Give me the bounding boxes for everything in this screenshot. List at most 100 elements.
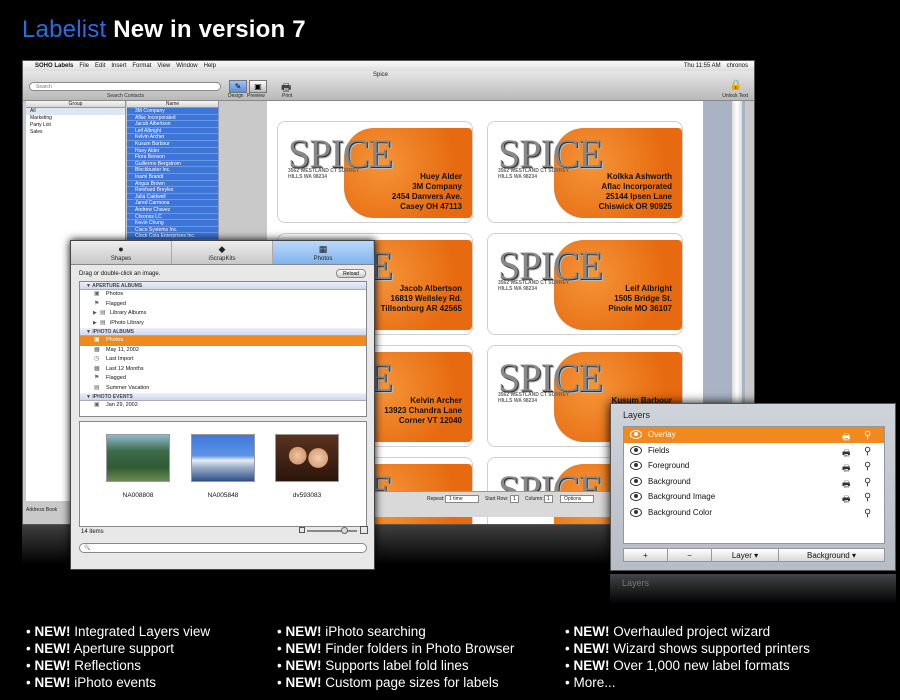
layer-row[interactable]: Fields 🖶 ⚲ xyxy=(624,443,884,459)
magnifier-icon[interactable]: ⚲ xyxy=(864,428,871,444)
layer-row[interactable]: Foreground 🖶 ⚲ xyxy=(624,458,884,474)
eye-icon[interactable] xyxy=(630,430,642,439)
menu-window[interactable]: Window xyxy=(176,63,197,69)
name-row[interactable]: Angus Brown xyxy=(127,180,218,188)
thumbnail-size-slider[interactable] xyxy=(307,527,357,534)
menu-insert[interactable]: Insert xyxy=(111,63,126,69)
slider-knob[interactable] xyxy=(341,527,348,534)
address-book-button[interactable]: Address Book xyxy=(26,507,57,513)
tree-item[interactable]: ◷ Last Import xyxy=(80,355,366,365)
group-item[interactable]: Marketing xyxy=(26,115,125,122)
name-row[interactable]: Clock Cola Enterprises Inc. xyxy=(127,233,218,240)
add-layer-button[interactable]: + xyxy=(624,549,668,561)
layer-row[interactable]: Overlay 🖶 ⚲ xyxy=(624,427,884,443)
menu-format[interactable]: Format xyxy=(132,63,151,69)
repeat-select[interactable]: 1 time xyxy=(445,495,479,503)
remove-layer-button[interactable]: − xyxy=(668,549,712,561)
more-link[interactable]: • More... xyxy=(565,674,810,691)
name-row[interactable]: Jared Carmona xyxy=(127,200,218,207)
menu-view[interactable]: View xyxy=(157,63,170,69)
magnifier-icon[interactable]: ⚲ xyxy=(864,475,871,491)
names-header[interactable]: Name xyxy=(127,101,218,108)
name-row[interactable]: Kusum Barbour xyxy=(127,140,218,148)
group-item[interactable]: Party List xyxy=(26,122,125,129)
disclosure-triangle-icon[interactable]: ▶ xyxy=(93,309,97,319)
name-row[interactable]: Cisco Systems Inc. xyxy=(127,226,218,234)
menu-help[interactable]: Help xyxy=(204,63,216,69)
address-label[interactable]: SPICE3562 WESTLAND CT SURREY HILLS WA 98… xyxy=(487,121,683,223)
eye-icon[interactable] xyxy=(630,445,642,455)
magnifier-icon[interactable]: ⚲ xyxy=(864,444,871,460)
menu-edit[interactable]: Edit xyxy=(95,63,105,69)
layer-row[interactable]: Background Image 🖶 ⚲ xyxy=(624,489,884,505)
tab-photos[interactable]: ▦ Photos xyxy=(273,241,374,264)
reload-button[interactable]: Reload xyxy=(336,269,366,278)
lock-icon[interactable]: 🔒 xyxy=(730,80,742,91)
tree-item[interactable]: ▦ May 11, 2002 xyxy=(80,346,366,356)
clock[interactable]: Thu 11:55 AM xyxy=(684,63,721,69)
search-input[interactable]: Search xyxy=(29,82,221,91)
tree-item[interactable]: ▶ ▤ Library Albums xyxy=(80,309,366,319)
tab-iscrapkits[interactable]: ◆ iScrapKits xyxy=(172,241,273,264)
disclosure-triangle-icon[interactable]: ▶ xyxy=(93,319,97,329)
magnifier-icon[interactable]: ⚲ xyxy=(864,490,871,506)
layer-menu[interactable]: Layer ▾ xyxy=(712,549,779,561)
tree-item[interactable]: ⚑ Flagged xyxy=(80,300,366,310)
name-row[interactable]: Huey Alder xyxy=(127,147,218,155)
tab-shapes[interactable]: ● Shapes xyxy=(71,241,172,264)
eye-icon[interactable] xyxy=(630,492,642,501)
large-size-icon[interactable] xyxy=(360,526,368,534)
address-label[interactable]: SPICE3562 WESTLAND CT SURREY HILLS WA 98… xyxy=(487,233,683,335)
name-row[interactable]: Aflac Incorporated xyxy=(127,114,218,122)
name-row[interactable]: Flora Benson xyxy=(127,154,218,161)
name-row[interactable]: Jacob Albertson xyxy=(127,121,218,128)
name-row[interactable]: Leif Albright xyxy=(127,127,218,135)
photo-thumbnail[interactable] xyxy=(275,434,339,482)
tree-item[interactable]: ▣ Photos xyxy=(80,290,366,300)
tree-item[interactable]: ▦ Last 12 Months xyxy=(80,365,366,375)
name-row[interactable]: Kelvin Archer xyxy=(127,134,218,141)
name-row[interactable]: Chronos LC xyxy=(127,213,218,221)
name-row[interactable]: Andrew Chavez xyxy=(127,206,218,214)
name-row[interactable]: Kevin Chung xyxy=(127,220,218,227)
eye-icon[interactable] xyxy=(630,476,642,486)
photo-search-input[interactable]: 🔍 xyxy=(79,543,367,553)
menu-app[interactable]: SOHO Labels xyxy=(35,63,73,69)
background-menu[interactable]: Background ▾ xyxy=(779,549,884,561)
aperture-albums-header[interactable]: ▼ APERTURE ALBUMS xyxy=(80,282,366,290)
name-row[interactable]: Julia Caldwell xyxy=(127,193,218,201)
design-button[interactable]: ✎ xyxy=(229,80,247,93)
tree-item[interactable]: ⚑ Flagged xyxy=(80,374,366,384)
preview-button[interactable]: ▣ xyxy=(249,80,267,93)
tree-item[interactable]: ▣ Jan 29, 2002 xyxy=(80,401,366,411)
name-row[interactable]: Blockbuster Inc. xyxy=(127,167,218,174)
group-item[interactable]: Sales xyxy=(26,129,125,136)
magnifier-icon[interactable]: ⚲ xyxy=(864,506,871,522)
small-size-icon[interactable] xyxy=(299,527,305,533)
magnifier-icon[interactable]: ⚲ xyxy=(864,459,871,475)
group-item[interactable]: All xyxy=(26,108,125,115)
options-select[interactable]: Options xyxy=(560,495,594,503)
address-label[interactable]: SPICE3562 WESTLAND CT SURREY HILLS WA 98… xyxy=(277,121,473,223)
name-row[interactable]: Guillermo Bergstrom xyxy=(127,160,218,168)
menu-file[interactable]: File xyxy=(79,63,89,69)
tree-item[interactable]: ▶ ▤ iPhoto Library xyxy=(80,319,366,329)
name-row[interactable]: Reinhard Breyles xyxy=(127,187,218,194)
iphoto-events-header[interactable]: ▼ IPHOTO EVENTS xyxy=(80,393,366,401)
iphoto-albums-header[interactable]: ▼ IPHOTO ALBUMS xyxy=(80,328,366,336)
name-row[interactable]: 3M Company xyxy=(127,108,218,115)
layer-row[interactable]: Background Color ⚲ xyxy=(624,505,884,521)
photo-thumbnail[interactable] xyxy=(106,434,170,482)
layer-row[interactable]: Background 🖶 ⚲ xyxy=(624,474,884,490)
eye-icon[interactable] xyxy=(630,507,642,517)
user-name[interactable]: chronos xyxy=(727,63,748,69)
layer-name: Background Image xyxy=(648,492,716,501)
eye-icon[interactable] xyxy=(630,461,642,470)
groups-header[interactable]: Group xyxy=(26,101,125,108)
start-row-field[interactable]: 1 xyxy=(510,495,519,503)
column-field[interactable]: 1 xyxy=(544,495,553,503)
photo-thumbnail[interactable] xyxy=(191,434,255,482)
name-row[interactable]: Inami Brandt xyxy=(127,173,218,181)
tree-item[interactable]: ▣ Photos xyxy=(80,336,366,346)
tree-item[interactable]: ▤ Summer Vacation xyxy=(80,384,366,394)
